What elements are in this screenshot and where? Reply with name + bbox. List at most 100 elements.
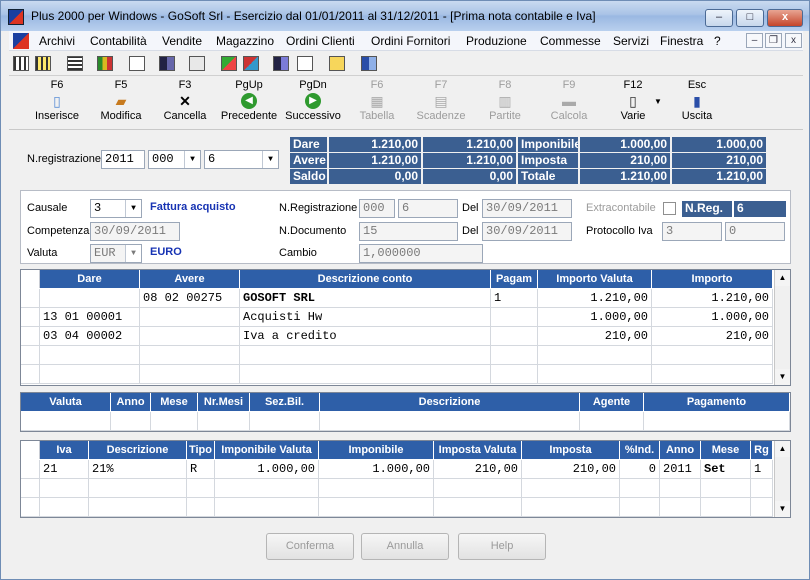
cell-dare[interactable]: 03 04 00002 [40, 327, 140, 346]
confirm-button[interactable]: Conferma [266, 533, 354, 560]
title-bar[interactable]: Plus 2000 per Windows - GoSoft Srl - Ese… [1, 1, 809, 31]
col-header[interactable]: Pagamento [644, 393, 790, 411]
cell-importo-valuta[interactable] [538, 365, 652, 384]
col-header[interactable]: Sez.Bil. [250, 393, 320, 411]
cell-dare[interactable] [40, 365, 140, 384]
row-selector[interactable] [21, 365, 40, 384]
cell-dare[interactable]: 13 01 00001 [40, 308, 140, 327]
col-header[interactable]: Agente [580, 393, 644, 411]
cell-descrizione[interactable] [240, 365, 491, 384]
cell-avere[interactable] [140, 346, 240, 365]
mdi-minimize-button[interactable]: – [746, 33, 763, 48]
cell-valuta[interactable] [21, 412, 111, 431]
col-header[interactable]: Mese [151, 393, 198, 411]
menu-produzione[interactable]: Produzione [466, 34, 527, 48]
document-window-icon[interactable] [13, 33, 29, 49]
cell-anno[interactable]: 2011 [660, 460, 701, 479]
row-selector[interactable] [21, 460, 40, 479]
tools-icon[interactable] [243, 56, 259, 71]
scroll-up-icon[interactable]: ▲ [775, 270, 790, 286]
network-icon[interactable] [221, 56, 237, 71]
cell-agente[interactable] [580, 412, 644, 431]
cell-tipo[interactable] [187, 498, 215, 517]
competenza-input[interactable]: 30/09/2011 [90, 222, 180, 241]
col-header[interactable]: Imponibile Valuta [215, 441, 319, 459]
col-header[interactable]: Iva [40, 441, 89, 459]
nreg-number-input[interactable]: 6 [398, 199, 458, 218]
cell-descrizione[interactable]: Acquisti Hw [240, 308, 491, 327]
cell-imposta-valuta[interactable] [434, 498, 522, 517]
menu-finestra[interactable]: Finestra [660, 34, 703, 48]
minimize-button[interactable]: – [705, 9, 733, 27]
col-header[interactable]: Importo [652, 270, 773, 288]
grid-yellow-icon[interactable] [35, 56, 51, 71]
cell-tipo[interactable] [187, 479, 215, 498]
cambio-input[interactable]: 1,000000 [359, 244, 483, 263]
cell-descrizione[interactable]: 21% [89, 460, 187, 479]
row-selector[interactable] [21, 346, 40, 365]
scroll-down-icon[interactable]: ▼ [775, 501, 790, 517]
nreg-series-input[interactable]: 000 [359, 199, 395, 218]
menu-servizi[interactable]: Servizi [613, 34, 649, 48]
cell-dare[interactable] [40, 289, 140, 308]
cell-avere[interactable] [140, 308, 240, 327]
cell-descrizione[interactable]: GOSOFT SRL [240, 289, 491, 308]
cell-rg[interactable] [751, 498, 773, 517]
menu-ordini-clienti[interactable]: Ordini Clienti [286, 34, 355, 48]
cell-pagam[interactable] [491, 308, 538, 327]
menu-archivi[interactable]: Archivi [39, 34, 75, 48]
cell-importo[interactable]: 1.000,00 [652, 308, 773, 327]
col-header[interactable]: Tipo [187, 441, 215, 459]
del2-date-input[interactable]: 30/09/2011 [482, 222, 572, 241]
cell-ind[interactable] [620, 498, 660, 517]
binoculars-icon[interactable] [159, 56, 175, 71]
cell-mese[interactable] [151, 412, 198, 431]
chevron-down-icon[interactable]: ▼ [184, 151, 200, 168]
chevron-down-icon[interactable]: ▼ [262, 151, 278, 168]
chevron-down-icon[interactable]: ▼ [125, 200, 141, 217]
exit-button[interactable]: Esc ▮ Uscita [664, 79, 730, 129]
help-button[interactable]: Help [458, 533, 546, 560]
ndoc-input[interactable]: 15 [359, 222, 458, 241]
col-header[interactable]: Imposta [522, 441, 620, 459]
cell-anno[interactable] [660, 479, 701, 498]
grid-icon[interactable] [13, 56, 29, 71]
cell-importo[interactable] [652, 365, 773, 384]
cell-dare[interactable] [40, 346, 140, 365]
cell-importo[interactable] [652, 346, 773, 365]
menu-contabilita[interactable]: Contabilità [90, 34, 147, 48]
cancel-button[interactable]: Annulla [361, 533, 449, 560]
col-header[interactable]: Dare [40, 270, 140, 288]
cell-importo-valuta[interactable]: 210,00 [538, 327, 652, 346]
cell-importo[interactable]: 210,00 [652, 327, 773, 346]
menu-vendite[interactable]: Vendite [162, 34, 202, 48]
print-icon[interactable] [189, 56, 205, 71]
cell-ind[interactable]: 0 [620, 460, 660, 479]
row-selector[interactable] [21, 327, 40, 346]
vat-scrollbar[interactable]: ▲ ▼ [774, 441, 790, 517]
scroll-up-icon[interactable]: ▲ [775, 441, 790, 457]
page-icon[interactable] [129, 56, 145, 71]
cell-mese[interactable]: Set [701, 460, 751, 479]
menu-magazzino[interactable]: Magazzino [216, 34, 274, 48]
cell-rg[interactable]: 1 [751, 460, 773, 479]
col-header[interactable]: Pagam [491, 270, 538, 288]
next-button[interactable]: PgDn ▶ Successivo [280, 79, 346, 129]
cell-imponibile[interactable] [319, 498, 434, 517]
protocollo-input[interactable]: 3 [662, 222, 722, 241]
cell-importo-valuta[interactable] [538, 346, 652, 365]
col-header[interactable]: Importo Valuta [538, 270, 652, 288]
cell-imponibile-valuta[interactable] [215, 498, 319, 517]
cell-imponibile-valuta[interactable]: 1.000,00 [215, 460, 319, 479]
row-selector[interactable] [21, 479, 40, 498]
cell-avere[interactable] [140, 327, 240, 346]
causale-combo[interactable]: 3 ▼ [90, 199, 142, 218]
cell-nr-mesi[interactable] [198, 412, 250, 431]
menu-ordini-fornitori[interactable]: Ordini Fornitori [371, 34, 450, 48]
cell-iva[interactable] [40, 498, 89, 517]
maximize-button[interactable]: □ [736, 9, 764, 27]
edit-button[interactable]: F5 ▰ Modifica [88, 79, 154, 129]
insert-button[interactable]: F6 ▯ Inserisce [24, 79, 90, 129]
cell-importo-valuta[interactable]: 1.000,00 [538, 308, 652, 327]
row-selector[interactable] [21, 308, 40, 327]
